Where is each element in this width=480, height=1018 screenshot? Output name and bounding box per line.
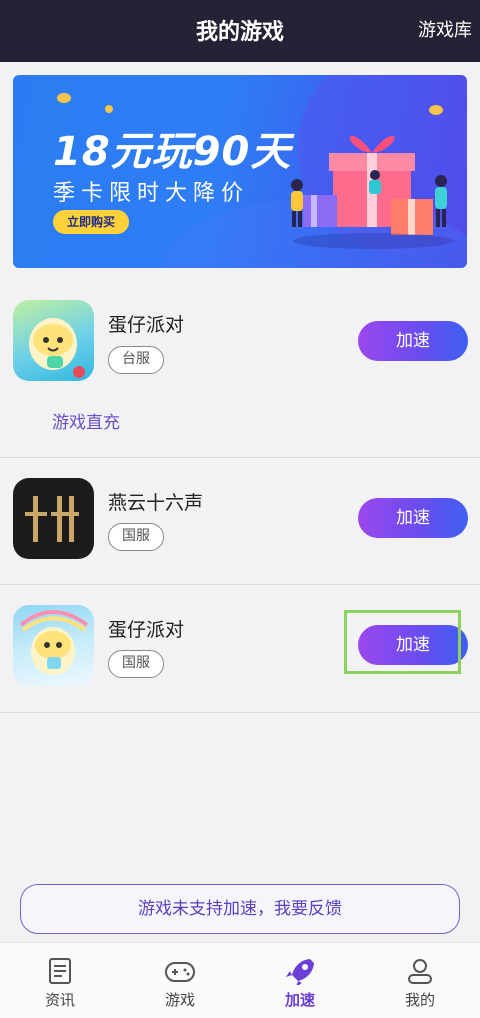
game-icon[interactable] <box>13 605 94 686</box>
bottom-tab-bar: 资讯 游戏 加速 我的 <box>0 942 480 1018</box>
game-library-link[interactable]: 游戏库 <box>418 16 472 42</box>
accelerate-button[interactable]: 加速 <box>358 498 468 538</box>
server-badge: 台服 <box>108 346 164 374</box>
selection-highlight <box>344 610 461 674</box>
gamepad-icon <box>165 962 195 982</box>
coin-icon <box>105 105 113 113</box>
top-bar: 我的游戏 游戏库 <box>0 0 480 62</box>
user-icon <box>408 959 432 984</box>
tab-label: 加速 <box>284 991 315 1009</box>
banner-subline: 季卡限时大降价 <box>53 181 250 206</box>
promo-banner[interactable]: 18元玩90天 季卡限时大降价 立即购买 <box>13 75 467 268</box>
tab-games[interactable]: 游戏 <box>120 943 240 1018</box>
tab-mine[interactable]: 我的 <box>360 943 480 1018</box>
game-icon[interactable] <box>13 478 94 559</box>
egg-character-icon <box>19 610 89 675</box>
rocket-icon <box>286 959 314 985</box>
gift-illustration-icon <box>291 136 453 249</box>
tab-label: 资讯 <box>44 991 75 1009</box>
egg-character-icon <box>29 318 85 378</box>
coin-icon <box>57 93 71 103</box>
tab-label: 我的 <box>404 991 435 1009</box>
server-badge: 国服 <box>108 650 164 678</box>
game-name: 蛋仔派对 <box>108 619 185 641</box>
game-recharge-link[interactable]: 游戏直充 <box>52 408 120 433</box>
game-name: 蛋仔派对 <box>108 314 185 336</box>
feedback-button[interactable]: 游戏未支持加速，我要反馈 <box>20 884 460 934</box>
game-card: 蛋仔派对 台服 加速 游戏直充 <box>0 288 480 458</box>
banner-headline: 18元玩90天 <box>53 129 292 175</box>
yanyun-logo-icon <box>25 496 79 542</box>
coin-icon <box>429 105 443 115</box>
buy-now-button[interactable]: 立即购买 <box>53 210 129 234</box>
server-badge: 国服 <box>108 523 164 551</box>
tab-news[interactable]: 资讯 <box>0 943 120 1018</box>
accelerate-button[interactable]: 加速 <box>358 321 468 361</box>
tab-accelerate[interactable]: 加速 <box>240 943 360 1018</box>
game-icon[interactable] <box>13 300 94 381</box>
game-name: 燕云十六声 <box>108 492 204 514</box>
news-icon <box>49 958 71 984</box>
page-title: 我的游戏 <box>195 20 284 45</box>
tab-label: 游戏 <box>164 991 195 1009</box>
game-card: 燕云十六声 国服 加速 <box>0 458 480 585</box>
